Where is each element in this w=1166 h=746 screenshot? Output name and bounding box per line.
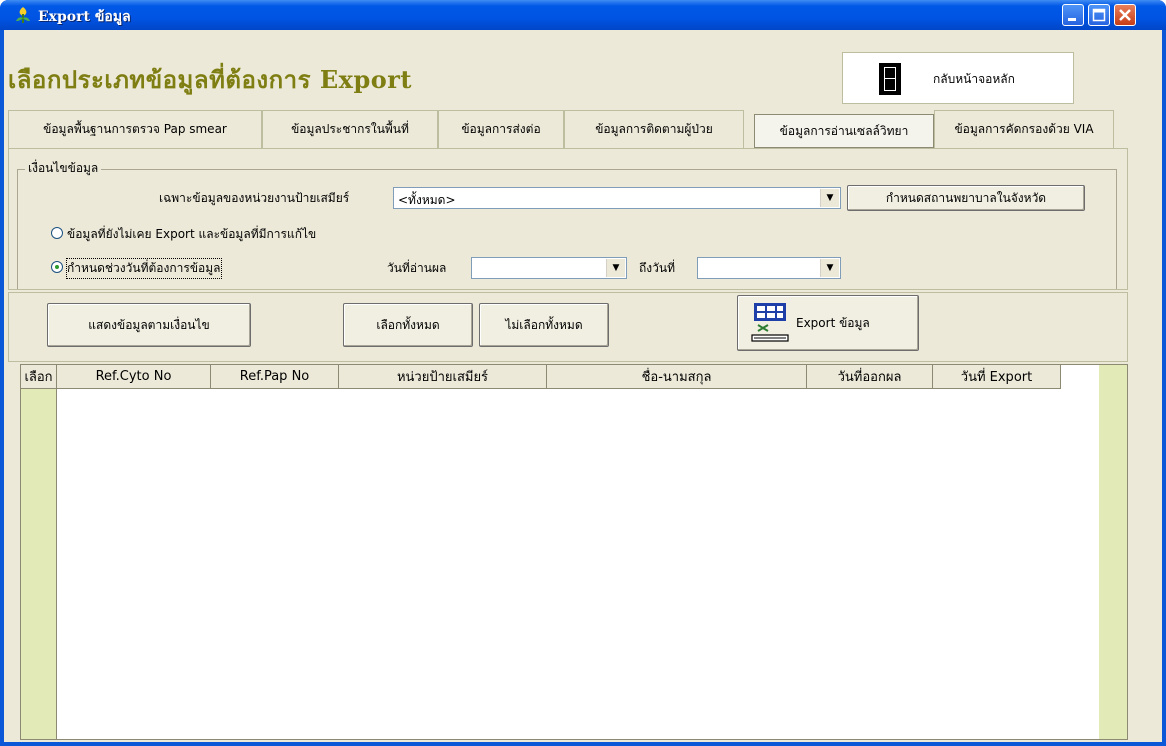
to-date-label: ถึงวันที่	[639, 261, 675, 275]
door-icon	[879, 63, 901, 95]
app-icon	[16, 7, 30, 23]
export-button[interactable]: Export ข้อมูล	[737, 295, 919, 351]
col-ref-cyto-no[interactable]: Ref.Cyto No	[57, 365, 211, 389]
col-ref-pap-no[interactable]: Ref.Pap No	[211, 365, 339, 389]
unit-combo-value: <ทั้งหมด>	[398, 193, 456, 207]
col-export-date[interactable]: วันที่ Export	[933, 365, 1061, 389]
title-bar[interactable]: Export ข้อมูล	[0, 0, 1166, 30]
filter-panel: เงื่อนไขข้อมูล เฉพาะข้อมูลของหน่วยงานป้า…	[8, 148, 1128, 290]
col-select[interactable]: เลือก	[21, 365, 57, 389]
maximize-icon	[1092, 8, 1106, 22]
show-data-button[interactable]: แสดงข้อมูลตามเงื่อนไข	[47, 303, 251, 347]
tab-cytology-reading[interactable]: ข้อมูลการอ่านเซลล์วิทยา	[754, 114, 934, 148]
radio-not-exported[interactable]	[51, 227, 63, 239]
export-button-label: Export ข้อมูล	[796, 315, 870, 330]
read-date-combo[interactable]: ▼	[471, 257, 627, 279]
page-title: เลือกประเภทข้อมูลที่ต้องการ Export	[8, 65, 412, 94]
row-selector-column	[21, 389, 57, 739]
select-all-button[interactable]: เลือกทั้งหมด	[343, 303, 473, 347]
minimize-button[interactable]	[1062, 4, 1084, 26]
window-title: Export ข้อมูล	[38, 9, 131, 25]
filter-group-label: เงื่อนไขข้อมูล	[25, 159, 102, 178]
minimize-icon	[1068, 18, 1076, 21]
action-panel: แสดงข้อมูลตามเงื่อนไข เลือกทั้งหมด ไม่เล…	[8, 292, 1128, 362]
close-button[interactable]	[1114, 4, 1136, 26]
unit-combo[interactable]: <ทั้งหมด> ▼	[393, 187, 841, 209]
tab-strip: ข้อมูลพื้นฐานการตรวจ Pap smear ข้อมูลประ…	[8, 110, 1114, 148]
to-date-combo[interactable]: ▼	[697, 257, 841, 279]
data-grid[interactable]: เลือก Ref.Cyto No Ref.Pap No หน่วยป้ายเส…	[20, 364, 1128, 740]
maximize-button[interactable]	[1088, 4, 1110, 26]
radio-date-range-label: กำหนดช่วงวันที่ต้องการข้อมูล	[66, 258, 222, 279]
col-full-name[interactable]: ชื่อ-นามสกุล	[547, 365, 807, 389]
set-hospital-button[interactable]: กำหนดสถานพยาบาลในจังหวัด	[847, 185, 1085, 211]
tab-referral[interactable]: ข้อมูลการส่งต่อ	[438, 110, 564, 148]
tab-population[interactable]: ข้อมูลประชากรในพื้นที่	[262, 110, 438, 148]
tab-patient-followup[interactable]: ข้อมูลการติดตามผู้ป่วย	[564, 110, 744, 148]
tab-pap-smear[interactable]: ข้อมูลพื้นฐานการตรวจ Pap smear	[8, 110, 262, 148]
read-date-label: วันที่อ่านผล	[387, 261, 447, 275]
export-icon	[751, 303, 789, 342]
grid-header: เลือก Ref.Cyto No Ref.Pap No หน่วยป้ายเส…	[21, 365, 1099, 389]
tab-via-screening[interactable]: ข้อมูลการคัดกรองด้วย VIA	[934, 110, 1114, 148]
deselect-all-button[interactable]: ไม่เลือกทั้งหมด	[479, 303, 609, 347]
export-window: Export ข้อมูล เลือกประเภทข้อมูลที่ต้องกา…	[0, 0, 1166, 746]
chevron-down-icon[interactable]: ▼	[606, 259, 625, 277]
close-icon	[1119, 9, 1131, 21]
chevron-down-icon[interactable]: ▼	[820, 189, 839, 207]
col-smear-unit[interactable]: หน่วยป้ายเสมียร์	[339, 365, 547, 389]
radio-date-range[interactable]	[51, 261, 63, 273]
home-button-label: กลับหน้าจอหลัก	[933, 72, 1015, 86]
col-result-date[interactable]: วันที่ออกผล	[807, 365, 933, 389]
grid-empty-area	[1099, 365, 1127, 739]
home-button[interactable]: กลับหน้าจอหลัก	[842, 52, 1074, 104]
radio-not-exported-label: ข้อมูลที่ยังไม่เคย Export และข้อมูลที่มี…	[67, 227, 317, 241]
unit-label: เฉพาะข้อมูลของหน่วยงานป้ายเสมียร์	[159, 191, 350, 205]
chevron-down-icon[interactable]: ▼	[820, 259, 839, 277]
